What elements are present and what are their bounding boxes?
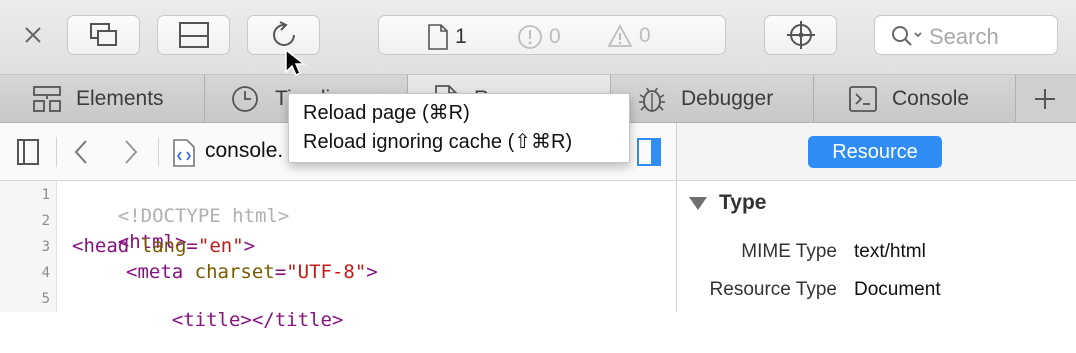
mime-type-value: text/html [854, 241, 926, 262]
file-icon [428, 24, 448, 50]
crosshair-icon [786, 21, 815, 49]
line-number: 5 [41, 291, 50, 307]
source-editor[interactable]: 1 2 3 4 5 <!DOCTYPE html> <html> <head l… [0, 181, 676, 331]
divider [158, 137, 159, 167]
attribute-value-token: "UTF-8" [286, 261, 367, 283]
toolbar: 1 0 0 Search [0, 0, 1076, 75]
mime-type-label: MIME Type [741, 241, 837, 262]
line-number: 2 [41, 213, 50, 229]
search-icon [892, 26, 922, 46]
warning-count-value: 0 [639, 24, 651, 47]
file-name[interactable]: console. [205, 139, 283, 163]
line-number-gutter: 1 2 3 4 5 [0, 181, 57, 312]
tag-token: <head [72, 235, 130, 257]
mouse-pointer-icon [285, 48, 307, 77]
bug-icon [639, 87, 665, 112]
tab-debugger-label: Debugger [681, 87, 774, 110]
resource-count: 1 [427, 24, 467, 50]
tag-token: <meta [126, 261, 184, 283]
tab-elements[interactable]: Elements [0, 75, 205, 122]
attribute-token: charset [194, 261, 275, 283]
disclosure-triangle-icon[interactable] [689, 197, 707, 210]
resource-tab-button[interactable]: Resource [808, 136, 942, 168]
undock-icon [89, 23, 117, 46]
tab-elements-label: Elements [76, 87, 164, 110]
code-line: <head lang="en"> [72, 235, 256, 257]
code-line: <meta charset="UTF-8"> [126, 261, 378, 283]
undock-button[interactable] [67, 15, 140, 55]
resource-type-label: Resource Type [709, 279, 837, 300]
add-tab-icon[interactable] [1034, 88, 1056, 110]
resource-count-value: 1 [455, 25, 467, 48]
back-icon[interactable] [72, 138, 90, 166]
sidebar-toggle-icon[interactable] [16, 138, 40, 166]
clock-icon [232, 86, 258, 112]
html-file-icon [173, 139, 195, 167]
warning-icon [607, 24, 633, 47]
divider [56, 137, 57, 167]
line-number: 1 [41, 187, 50, 203]
reload-icon [272, 21, 295, 46]
search-placeholder: Search [929, 24, 999, 49]
warning-count: 0 [607, 24, 651, 48]
tab-debugger[interactable]: Debugger [611, 75, 814, 122]
close-icon[interactable] [24, 26, 42, 44]
resource-type-value: Document [854, 279, 941, 300]
error-count-value: 0 [549, 25, 561, 48]
details-sidebar-header: Resource [677, 123, 1076, 181]
split-layout-button[interactable] [157, 15, 230, 55]
tab-console-label: Console [892, 87, 970, 110]
split-layout-icon [178, 22, 209, 48]
console-icon [849, 86, 877, 112]
details-sidebar: Type MIME Type text/html Resource Type D… [677, 181, 1076, 312]
attribute-token: lang [140, 235, 187, 257]
menu-item-reload-ignoring-cache[interactable]: Reload ignoring cache (⇧⌘R) [303, 129, 572, 154]
section-title[interactable]: Type [719, 191, 766, 215]
inspect-button[interactable] [764, 15, 837, 55]
search-field[interactable]: Search [874, 15, 1058, 55]
status-bar[interactable]: 1 0 0 [378, 15, 726, 55]
line-number: 3 [41, 239, 50, 255]
menu-item-reload-page[interactable]: Reload page (⌘R) [303, 100, 470, 125]
tag-token: <title></title> [171, 309, 344, 331]
tab-console[interactable]: Console [814, 75, 1016, 122]
error-count: 0 [517, 24, 561, 50]
line-number: 4 [41, 265, 50, 281]
code-line: <title></title> [126, 287, 344, 353]
elements-icon [33, 86, 61, 112]
reload-tooltip-menu: Reload page (⌘R) Reload ignoring cache (… [288, 93, 630, 163]
details-sidebar-toggle-icon[interactable] [636, 137, 662, 167]
forward-icon[interactable] [122, 138, 140, 166]
error-icon [518, 25, 542, 49]
attribute-value-token: "en" [197, 235, 244, 257]
